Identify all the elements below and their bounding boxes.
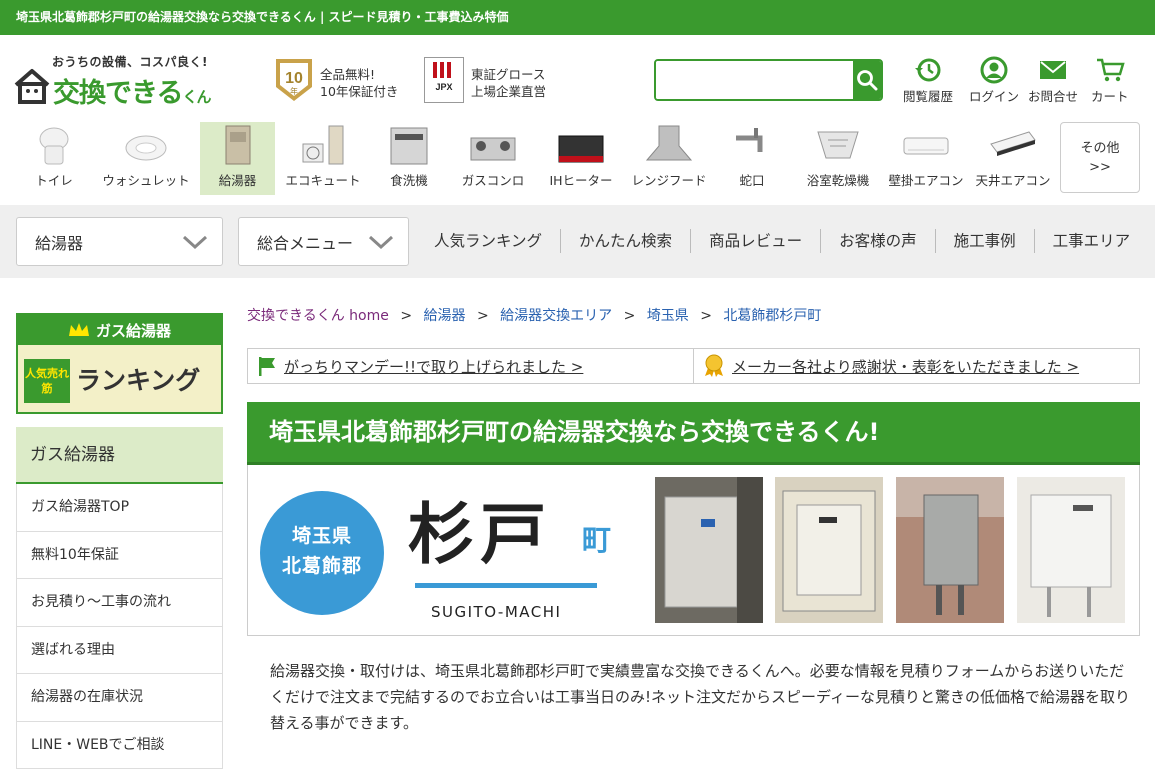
page-title-bar: 埼玉県北葛飾郡杉戸町の給湯器交換なら交換できるくん | スピード見積り・工事費込… [16, 10, 509, 24]
ten-year-warranty-badge-icon: 10 年 [276, 59, 312, 101]
water-heater-photo [1017, 477, 1125, 623]
search-input[interactable] [656, 61, 853, 99]
town-name: 杉戸 [408, 496, 552, 573]
town-suffix: 町 [582, 523, 612, 557]
logo-tagline: おうちの設備、コスパ良く! [52, 55, 208, 69]
bathroom-dryer-icon [817, 131, 859, 159]
badge-year: 年 [290, 86, 298, 96]
category-nav: トイレ ウォシュレット 給湯器 エコキュート 食洗機 ガスコンロ IHヒーター … [0, 122, 1155, 197]
water-heater-photo [775, 477, 883, 623]
sidebar-item-flow[interactable]: お見積り～工事の流れ [16, 579, 223, 627]
prefecture-circle: 埼玉県 北葛飾郡 [260, 491, 384, 615]
cart-link[interactable]: カート [1091, 56, 1129, 105]
category-eco-cute[interactable]: エコキュート [278, 122, 368, 195]
chevron-down-icon [368, 235, 394, 250]
water-heater-photo [896, 477, 1004, 623]
sidebar-heading: ガス給湯器 [16, 427, 223, 484]
menu-link-reviews[interactable]: 商品レビュー [690, 229, 820, 253]
contact-link[interactable]: お問合せ [1028, 56, 1078, 105]
hero-title: 埼玉県北葛飾郡杉戸町の給湯器交換なら交換できるくん! [247, 402, 1140, 465]
medal-icon [705, 354, 723, 377]
wall-aircon-icon [903, 137, 949, 155]
warranty-text: 全品無料! 10年保証付き [320, 67, 399, 99]
menu-link-service-area[interactable]: 工事エリア [1033, 229, 1149, 253]
crown-icon [68, 323, 89, 336]
dishwasher-icon [390, 127, 428, 165]
water-heater-photo [655, 477, 763, 623]
category-wall-aircon[interactable]: 壁掛エアコン [884, 122, 968, 195]
ceiling-aircon-icon [990, 131, 1036, 156]
category-more-button[interactable]: その他 >> [1060, 122, 1140, 193]
washlet-icon [125, 135, 167, 161]
history-icon [915, 58, 941, 82]
breadcrumb-item[interactable]: 給湯器交換エリア [500, 308, 612, 324]
town-romaji: SUGITO-MACHI [431, 603, 562, 621]
main-content: 交換できるくん home > 給湯器 > 給湯器交換エリア > 埼玉県 > 北葛… [247, 305, 1140, 732]
notice-bar: がっちりマンデー!!で取り上げられました > メーカー各社より感謝状・表彰をいた… [247, 348, 1140, 384]
breadcrumb-item[interactable]: 給湯器 [424, 308, 466, 324]
intro-text: 給湯器交換・取付けは、埼玉県北葛飾郡杉戸町で実績豊富な交換できるくんへ。必要な情… [270, 662, 1130, 732]
breadcrumb: 交換できるくん home > 給湯器 > 給湯器交換エリア > 埼玉県 > 北葛… [247, 308, 822, 324]
user-icon [980, 56, 1008, 84]
mail-icon [1040, 61, 1066, 79]
sidebar-item-reasons[interactable]: 選ばれる理由 [16, 626, 223, 674]
category-dishwasher[interactable]: 食洗機 [378, 122, 440, 195]
history-link[interactable]: 閲覧履歴 [903, 56, 953, 105]
sidebar-item-warranty[interactable]: 無料10年保証 [16, 531, 223, 579]
category-range-hood[interactable]: レンジフード [626, 122, 712, 195]
category-gas-stove[interactable]: ガスコンロ [452, 122, 534, 195]
gas-stove-icon [470, 137, 516, 161]
toilet-icon [39, 127, 69, 165]
search-box [654, 59, 883, 101]
ranking-banner-title: ガス給湯器 [18, 315, 221, 345]
notice-award-link[interactable]: メーカー各社より感謝状・表彰をいただきました > [694, 349, 1079, 383]
sidebar-item-line-web[interactable]: LINE・WEBでご相談 [16, 721, 223, 769]
badge-number: 10 [285, 70, 303, 87]
breadcrumb-item[interactable]: 北葛飾郡杉戸町 [723, 308, 821, 324]
sidebar-item-stock[interactable]: 給湯器の在庫状況 [16, 674, 223, 722]
login-link[interactable]: ログイン [969, 56, 1019, 105]
sidebar-item-top[interactable]: ガス給湯器TOP [16, 484, 223, 532]
category-bathroom-dryer[interactable]: 浴室乾燥機 [800, 122, 876, 195]
ranking-banner[interactable]: ガス給湯器 人気売れ筋 ランキング [16, 313, 223, 414]
general-menu-dropdown[interactable]: 総合メニュー [238, 217, 409, 266]
cart-icon [1096, 58, 1125, 82]
sidebar: ガス給湯器 人気売れ筋 ランキング ガス給湯器 ガス給湯器TOP 無料10年保証… [16, 313, 223, 769]
menu-link-case-studies[interactable]: 施工事例 [934, 229, 1034, 253]
menu-link-customer-voice[interactable]: お客様の声 [820, 229, 935, 253]
product-dropdown[interactable]: 給湯器 [16, 217, 223, 266]
water-heater-icon [225, 125, 250, 165]
menu-link-ranking[interactable]: 人気ランキング [416, 229, 560, 253]
category-faucet[interactable]: 蛇口 [724, 122, 780, 195]
eco-cute-icon [302, 125, 344, 165]
menu-bar: 給湯器 総合メニュー 人気ランキング かんたん検索 商品レビュー お客様の声 施… [0, 205, 1155, 278]
chevron-down-icon [182, 235, 208, 250]
ranking-tag: 人気売れ筋 [24, 359, 70, 403]
notice-tv-link[interactable]: がっちりマンデー!!で取り上げられました > [248, 349, 694, 383]
category-washlet[interactable]: ウォシュレット [96, 122, 196, 195]
house-logo-icon [14, 69, 50, 104]
hero-banner: 埼玉県 北葛飾郡 杉戸 町 SUGITO-MACHI [247, 465, 1140, 636]
category-toilet[interactable]: トイレ [22, 122, 86, 195]
category-ih-heater[interactable]: IHヒーター [540, 122, 622, 195]
listed-company-text: 東証グロース 上場企業直営 [471, 67, 547, 99]
flag-icon [259, 357, 275, 376]
search-icon [857, 70, 878, 91]
category-ceiling-aircon[interactable]: 天井エアコン [970, 122, 1056, 195]
top-bar: 埼玉県北葛飾郡杉戸町の給湯器交換なら交換できるくん | スピード見積り・工事費込… [0, 0, 1155, 35]
logo-text: 交換できるくん [53, 78, 211, 109]
ih-heater-icon [558, 135, 604, 163]
menu-link-easy-search[interactable]: かんたん検索 [560, 229, 690, 253]
breadcrumb-home[interactable]: 交換できるくん home [247, 308, 389, 324]
ranking-label: ランキング [76, 366, 201, 395]
jpx-label: JPX [435, 82, 452, 92]
jpx-logo-icon: JPX [424, 57, 464, 103]
range-hood-icon [645, 125, 693, 161]
category-water-heater[interactable]: 給湯器 [200, 122, 275, 195]
breadcrumb-item[interactable]: 埼玉県 [647, 308, 689, 324]
faucet-icon [736, 128, 763, 152]
menu-links: 人気ランキング かんたん検索 商品レビュー お客様の声 施工事例 工事エリア [416, 229, 1148, 253]
search-button[interactable] [853, 61, 881, 99]
divider [415, 583, 597, 588]
